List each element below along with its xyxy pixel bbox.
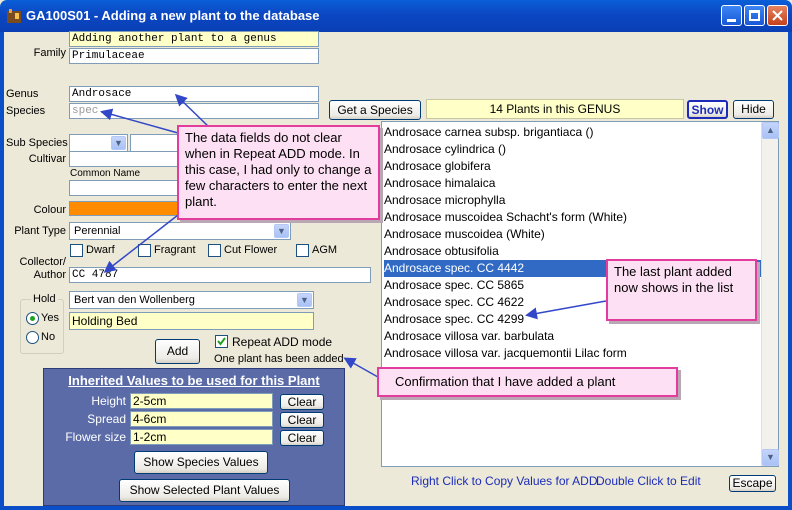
arrow-to-collector (103, 214, 179, 273)
callout-fields: The data fields do not clear when in Rep… (177, 125, 380, 220)
arrow-to-species (100, 108, 179, 134)
annotation-arrows (100, 93, 607, 382)
arrow-to-genus (174, 93, 211, 129)
arrow-to-last-plant (525, 300, 607, 320)
callout-last-plant: The last plant added now shows in the li… (606, 259, 757, 321)
callout-confirmation: Confirmation that I have added a plant (377, 367, 678, 397)
